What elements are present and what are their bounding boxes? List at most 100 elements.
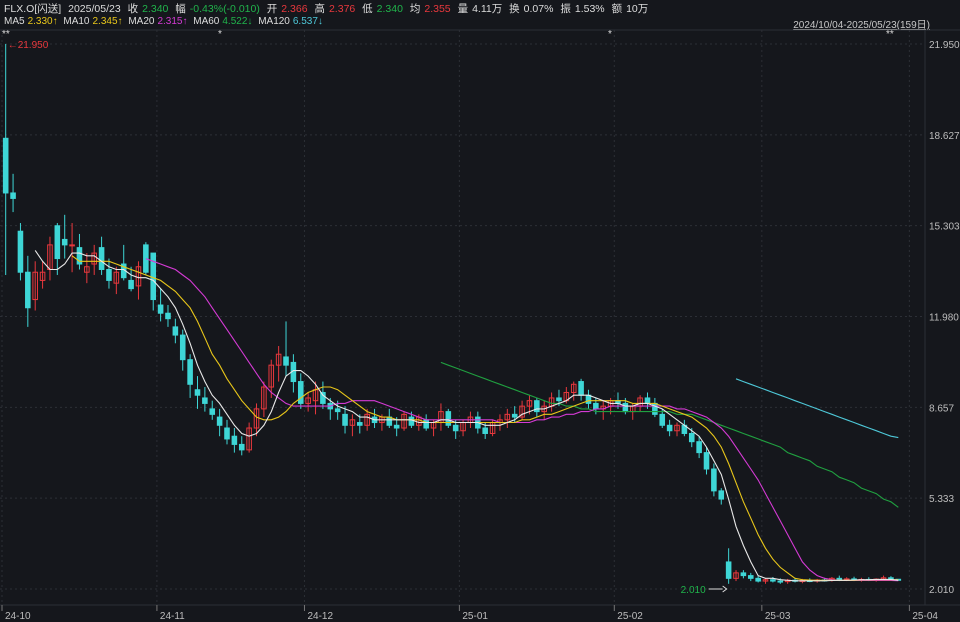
candle-body: [10, 192, 16, 199]
candle-body: [593, 402, 599, 410]
candle: [69, 223, 75, 273]
candle: [548, 392, 555, 412]
candle: [209, 400, 216, 420]
candle: [246, 422, 252, 453]
candle: [681, 419, 688, 437]
candle: [733, 570, 739, 582]
candle: [32, 261, 38, 311]
candle-body: [718, 490, 725, 500]
candle-body: [106, 268, 112, 281]
candle: [534, 397, 540, 418]
candle: [666, 419, 673, 437]
candle: [76, 233, 83, 270]
candle: [283, 321, 289, 377]
candle-body: [836, 577, 843, 581]
y-tick-label: 5.333: [929, 494, 954, 505]
candle-body: [357, 422, 363, 426]
x-tick-label: 25-02: [617, 611, 643, 622]
candle-body: [585, 394, 592, 404]
candle-body: [143, 244, 149, 273]
candle-body: [445, 411, 452, 426]
candle: [165, 305, 171, 327]
x-tick-label: 25-03: [765, 611, 791, 622]
candle-body: [238, 443, 245, 451]
x-tick-label: 25-04: [912, 611, 938, 622]
x-tick-label: 24-11: [160, 611, 185, 622]
candle: [98, 236, 105, 275]
candle: [297, 373, 304, 409]
candle-body: [209, 408, 216, 415]
candle: [674, 422, 680, 437]
candle: [290, 354, 297, 393]
candle-body: [578, 381, 584, 396]
ma120-line: [735, 378, 899, 439]
candle-body: [2, 137, 9, 194]
candle: [578, 378, 584, 401]
candle: [762, 578, 769, 584]
candle-body: [659, 413, 666, 426]
candle: [438, 403, 444, 431]
candle-body: [777, 580, 784, 583]
candle: [541, 400, 547, 420]
high-annotation: ←21.950: [8, 40, 49, 51]
low-arrow-head: [722, 585, 728, 593]
candle: [371, 408, 378, 429]
candle: [261, 381, 267, 418]
candle-body: [69, 244, 75, 247]
candle-body: [747, 575, 754, 579]
candlestick-chart[interactable]: 21.950 18.627 15.303 11.980 8.657 5.333 2.010 2…: [0, 0, 960, 622]
candle-body: [755, 577, 761, 582]
candle-body: [711, 468, 717, 492]
candle: [84, 253, 90, 284]
candle-body: [688, 432, 695, 443]
candle: [570, 381, 577, 401]
candle: [106, 258, 112, 289]
candle-body: [98, 247, 105, 270]
candle: [91, 244, 98, 275]
candle-body: [393, 424, 400, 429]
mark-2: *: [608, 29, 612, 40]
candle: [342, 406, 348, 434]
candle: [600, 400, 607, 420]
candle-body: [202, 397, 208, 404]
candle: [2, 44, 9, 275]
candle: [224, 419, 230, 445]
mark-1: *: [218, 29, 222, 40]
candle: [231, 428, 238, 453]
low-annotation: 2.010: [681, 585, 706, 596]
candle-body: [172, 326, 179, 336]
y-tick-label: 21.950: [929, 40, 960, 51]
candle-body: [386, 416, 393, 426]
ma10-line: [71, 255, 899, 581]
candle-body: [187, 359, 193, 385]
candle-body: [54, 225, 61, 260]
candle: [61, 214, 68, 259]
candle-body: [25, 271, 31, 309]
candle-body: [482, 427, 488, 434]
candle: [585, 389, 592, 409]
candle: [305, 392, 311, 412]
candle: [113, 266, 120, 295]
candle: [143, 242, 149, 275]
candle: [747, 572, 754, 582]
candle-body: [740, 572, 747, 577]
candle: [652, 397, 658, 418]
candle: [740, 570, 747, 579]
candle: [10, 173, 16, 213]
y-tick-label: 2.010: [929, 585, 954, 596]
x-tick-label: 24-12: [307, 611, 333, 622]
candle: [718, 488, 725, 505]
ma5-line: [34, 250, 899, 582]
candle-body: [17, 230, 24, 273]
candle-body: [128, 279, 134, 290]
candle-body: [452, 424, 459, 432]
candle: [216, 408, 223, 437]
candle-body: [165, 312, 171, 320]
candle-body: [194, 389, 201, 396]
candle-body: [150, 252, 157, 301]
candle-body: [703, 452, 710, 470]
candle-body: [297, 381, 304, 404]
candle-body: [157, 304, 164, 314]
candle-body: [224, 427, 230, 440]
candle: [238, 436, 245, 456]
